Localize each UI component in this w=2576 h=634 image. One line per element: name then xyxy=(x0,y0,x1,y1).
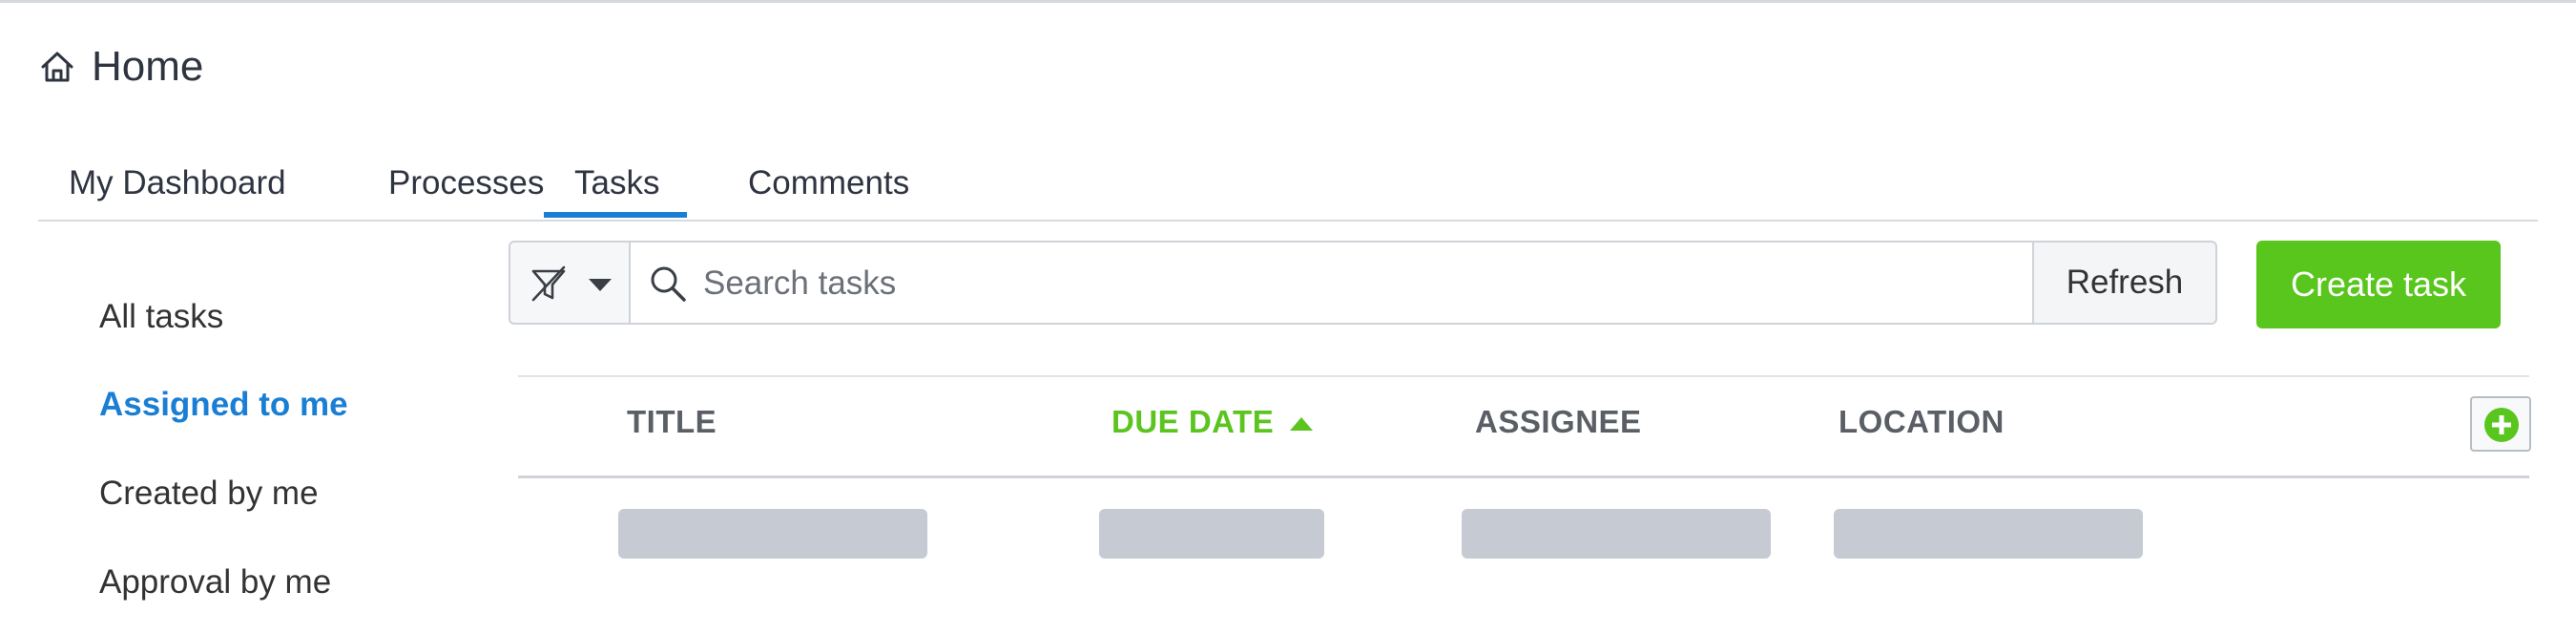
sidebar-item-all-tasks[interactable]: All tasks xyxy=(99,298,223,336)
column-header-title[interactable]: TITLE xyxy=(627,404,717,440)
column-header-assignee[interactable]: ASSIGNEE xyxy=(1475,404,1642,440)
sidebar-item-created-by-me[interactable]: Created by me xyxy=(99,475,319,513)
loading-placeholder-assignee xyxy=(1462,509,1771,559)
loading-placeholder-title xyxy=(618,509,927,559)
refresh-button[interactable]: Refresh xyxy=(2032,241,2217,325)
column-header-location[interactable]: LOCATION xyxy=(1839,404,2005,440)
table-header: TITLE DUE DATE ASSIGNEE LOCATION xyxy=(518,375,2531,478)
column-header-due-date[interactable]: DUE DATE xyxy=(1111,404,1314,440)
create-task-button[interactable]: Create task xyxy=(2256,241,2501,328)
sort-ascending-icon xyxy=(1290,417,1314,432)
search-field xyxy=(629,241,2036,325)
filter-off-icon xyxy=(531,265,566,302)
tab-bar: My Dashboard Processes Tasks Comments xyxy=(38,153,2538,222)
column-header-due-date-label: DUE DATE xyxy=(1111,404,1275,439)
tab-comments[interactable]: Comments xyxy=(717,153,950,218)
filter-dropdown-button[interactable] xyxy=(509,241,629,325)
chevron-down-icon xyxy=(589,279,612,291)
sidebar-item-assigned-to-me[interactable]: Assigned to me xyxy=(99,386,348,424)
sidebar-item-approval-by-me[interactable]: Approval by me xyxy=(99,563,331,602)
add-column-button[interactable] xyxy=(2470,396,2531,452)
search-input[interactable] xyxy=(701,256,2022,311)
home-icon xyxy=(41,52,73,82)
page-title: Home xyxy=(92,43,204,90)
search-icon xyxy=(651,266,686,302)
plus-circle-icon xyxy=(2484,408,2519,442)
loading-row xyxy=(518,509,2529,566)
loading-placeholder-location xyxy=(1834,509,2143,559)
page-header: Home xyxy=(38,38,203,95)
tab-my-dashboard[interactable]: My Dashboard xyxy=(38,153,329,218)
tab-tasks[interactable]: Tasks xyxy=(544,153,687,218)
loading-placeholder-due-date xyxy=(1099,509,1324,559)
top-border xyxy=(0,0,2576,3)
